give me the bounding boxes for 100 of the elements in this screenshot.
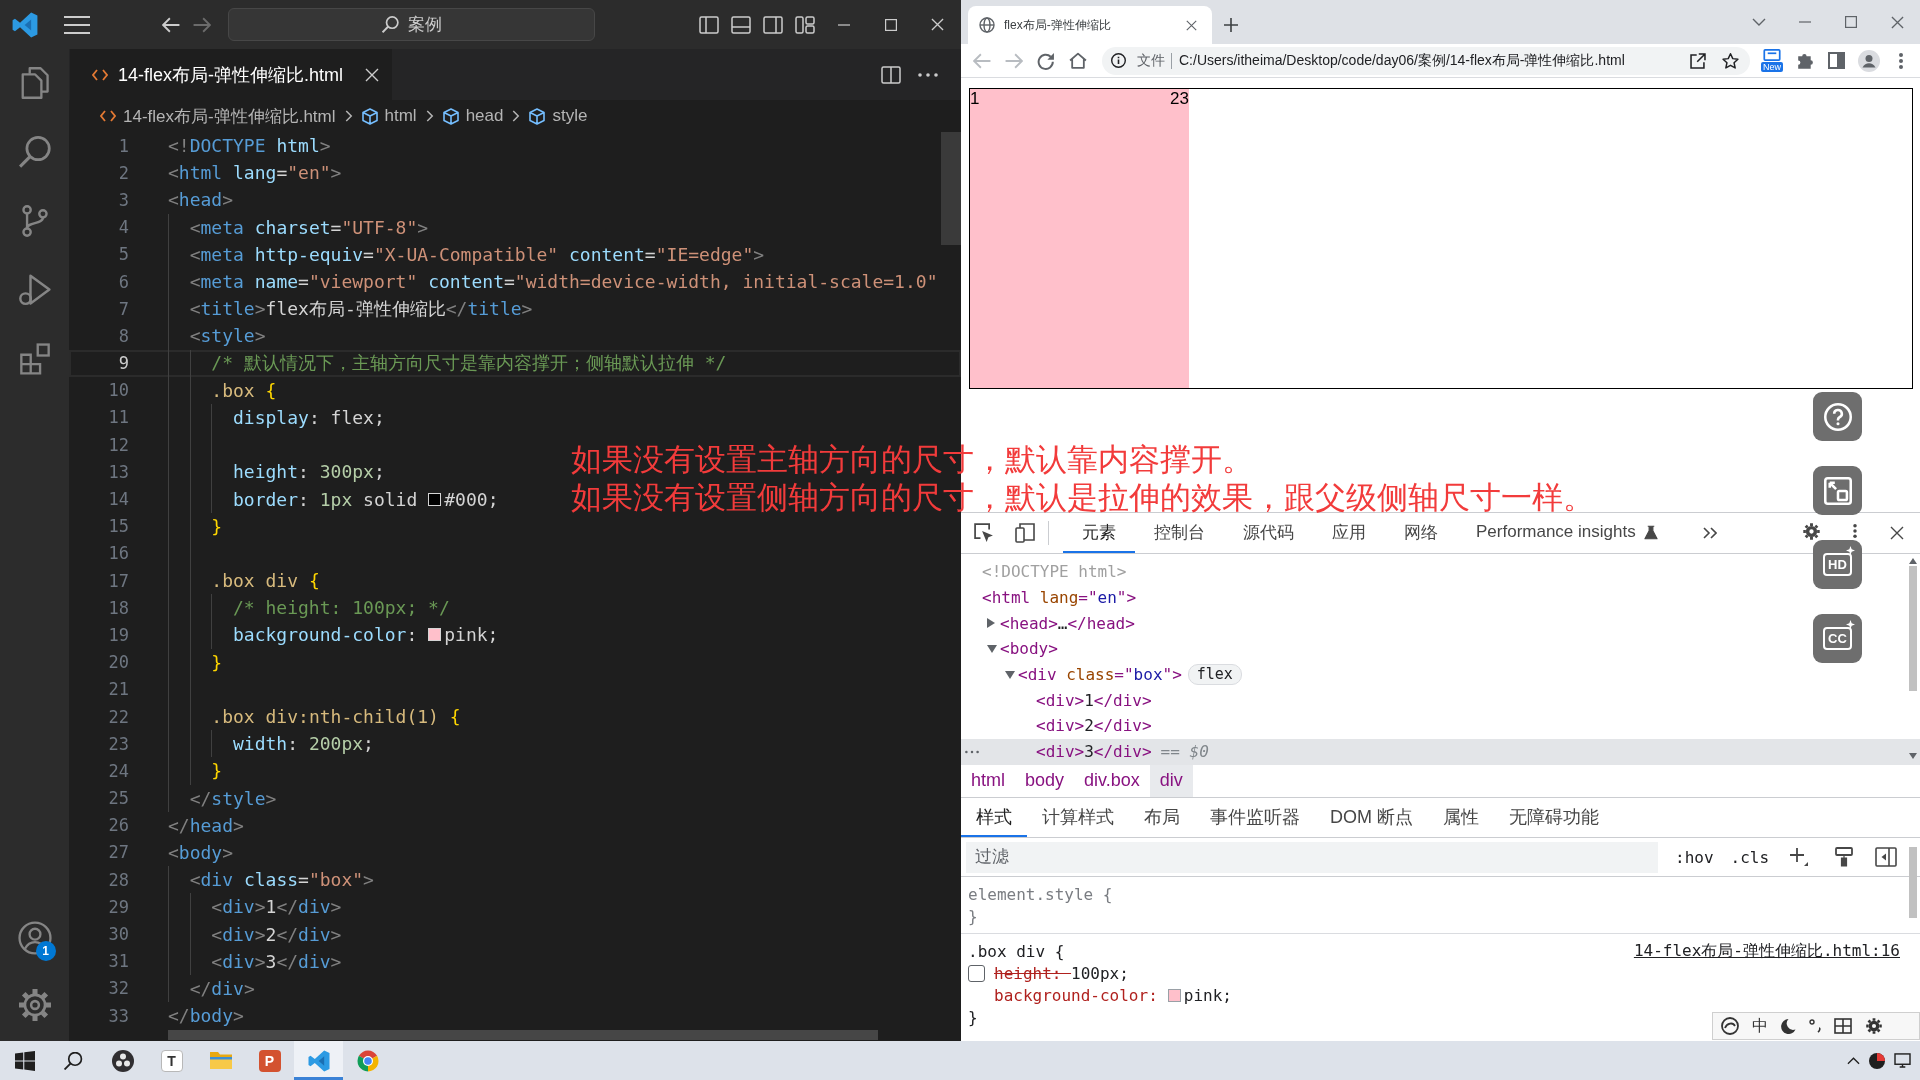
triangle-right-icon[interactable] [987,618,995,629]
dom-node[interactable]: <div>1</div> [961,687,1152,714]
devtools-tab[interactable]: 应用 [1313,513,1385,553]
scrollbar-thumb[interactable] [1909,847,1917,918]
maximize-icon[interactable] [1845,16,1857,28]
triangle-down-icon[interactable] [987,644,997,653]
scrollbar-thumb[interactable] [168,1030,878,1040]
element-breadcrumb[interactable]: div.box [1074,764,1150,797]
dom-node[interactable]: <div>3</div> == $0 [961,738,1920,765]
panel-layout-icon[interactable] [731,15,751,34]
element-breadcrumb[interactable]: div [1149,764,1193,797]
devtools-tab[interactable]: 源代码 [1224,513,1313,553]
filter-toggle-button[interactable]: .cls [1730,847,1770,867]
devtools-tab[interactable]: Performance insights [1457,513,1677,553]
search-icon[interactable] [18,136,51,168]
sidebar-left-layout-icon[interactable] [699,15,719,34]
devtools-tab[interactable]: 网络 [1385,513,1457,553]
swirl-icon[interactable] [1721,1017,1739,1035]
taskbar-button[interactable]: P [245,1041,294,1080]
pane-toggle-icon[interactable] [1875,847,1898,867]
dom-node[interactable]: <div class="box"> flex [961,661,1242,688]
chevron-down-icon[interactable] [1752,18,1766,26]
command-center[interactable]: 案例 [228,8,595,41]
star-icon[interactable] [1722,52,1739,69]
address-bar[interactable]: 文件 C:/Users/itheima/Desktop/code/day06/案例/14-flex布局-弹性伸缩比.html [1102,46,1750,75]
more-vertical-icon[interactable] [1853,524,1857,538]
scroll-down-icon[interactable] [1909,753,1917,759]
back-arrow-icon[interactable] [162,16,180,33]
quality-button[interactable]: HD [1813,540,1862,589]
breadcrumb-item[interactable]: 14-flex布局-弹性伸缩比.html [100,104,336,128]
breadcrumb-item[interactable]: html [361,106,417,126]
browser-tab[interactable]: flex布局-弹性伸缩比 [968,6,1212,44]
input-mode-indicator[interactable]: 中 [1752,1015,1768,1037]
close-icon[interactable] [1890,15,1904,29]
dom-node[interactable]: <html lang="en"> [961,584,1137,611]
scrollbar-thumb[interactable] [1909,566,1917,691]
split-editor-icon[interactable] [881,65,901,84]
styles-pane-tab[interactable]: 无障碍功能 [1494,798,1614,837]
styles-pane-tab[interactable]: DOM 断点 [1315,798,1428,837]
chevron-up-icon[interactable] [1847,1056,1860,1065]
help-button[interactable] [1813,392,1862,441]
filter-field[interactable]: 过滤 [966,841,1658,873]
filter-toggle-button[interactable]: :hov [1675,847,1714,867]
editor-tab[interactable]: 14-flex布局-弹性伸缩比.html [70,49,392,100]
dom-node[interactable]: <head>…</head> [961,610,1135,637]
styles-pane-tab[interactable]: 样式 [961,798,1027,837]
plus-icon[interactable] [1224,18,1238,32]
display-type-badge[interactable]: flex [1187,664,1242,686]
paint-roller-icon[interactable] [1835,847,1854,867]
element-breadcrumb[interactable]: body [1015,764,1075,797]
element-breadcrumb[interactable]: html [961,764,1015,797]
round-app-icon[interactable] [1869,1052,1885,1069]
scrollbar-thumb[interactable] [941,132,961,245]
side-panel-icon[interactable] [1828,52,1845,69]
close-icon[interactable] [1186,19,1197,31]
gear-icon[interactable] [1802,522,1821,541]
extension-button[interactable]: New [1760,49,1784,72]
punctuation-icon[interactable] [1809,1019,1821,1033]
close-icon[interactable] [1890,526,1904,540]
frame-button[interactable] [1813,466,1862,515]
source-link[interactable]: 14-flex布局-弹性伸缩比.html:16 [1633,940,1900,962]
checkbox[interactable] [968,964,985,982]
scroll-up-icon[interactable] [1909,558,1917,564]
gear-icon[interactable] [1865,1017,1883,1035]
keyboard-icon[interactable] [1834,1018,1852,1034]
plus-icon[interactable] [1790,848,1809,866]
dom-node[interactable]: <div>2</div> [961,713,1152,739]
styles-pane-tab[interactable]: 布局 [1129,798,1195,837]
share-icon[interactable] [1690,52,1706,69]
sidebar-right-layout-icon[interactable] [763,15,783,34]
dom-node[interactable]: <body> [961,636,1058,662]
captions-button[interactable]: CC [1813,614,1862,663]
moon-icon[interactable] [1781,1018,1796,1034]
home-icon[interactable] [1069,52,1087,69]
blocks-icon[interactable] [18,343,51,375]
person-icon[interactable] [17,921,52,955]
play-bug-icon[interactable] [18,274,51,306]
more-vertical-icon[interactable] [1899,52,1903,69]
inspect-icon[interactable] [974,523,994,543]
forward-arrow-icon[interactable] [193,16,211,33]
grid-layout-icon[interactable] [795,15,815,34]
breadcrumb-item[interactable]: style [529,106,588,126]
reload-icon[interactable] [1037,51,1055,70]
avatar-icon[interactable] [1858,49,1880,72]
devtools-tab[interactable]: 元素 [1063,513,1135,553]
more-options-icon[interactable] [965,749,979,754]
breadcrumb-item[interactable]: head [442,106,504,126]
devtools-tab[interactable]: 控制台 [1135,513,1224,553]
taskbar-button[interactable]: T [147,1041,196,1080]
site-info-label[interactable]: 文件 [1137,51,1165,70]
monitor-icon[interactable] [1894,1053,1911,1068]
styles-pane-tab[interactable]: 属性 [1428,798,1494,837]
double-chevron-icon[interactable] [1702,527,1717,539]
color-swatch-icon[interactable] [1167,988,1181,1002]
styles-pane-tab[interactable]: 事件监听器 [1195,798,1315,837]
more-icon[interactable] [918,72,938,77]
info-icon[interactable] [1111,53,1126,68]
styles-pane-tab[interactable]: 计算样式 [1027,798,1129,837]
menu-icon[interactable] [64,15,90,34]
puzzle-icon[interactable] [1796,52,1813,69]
